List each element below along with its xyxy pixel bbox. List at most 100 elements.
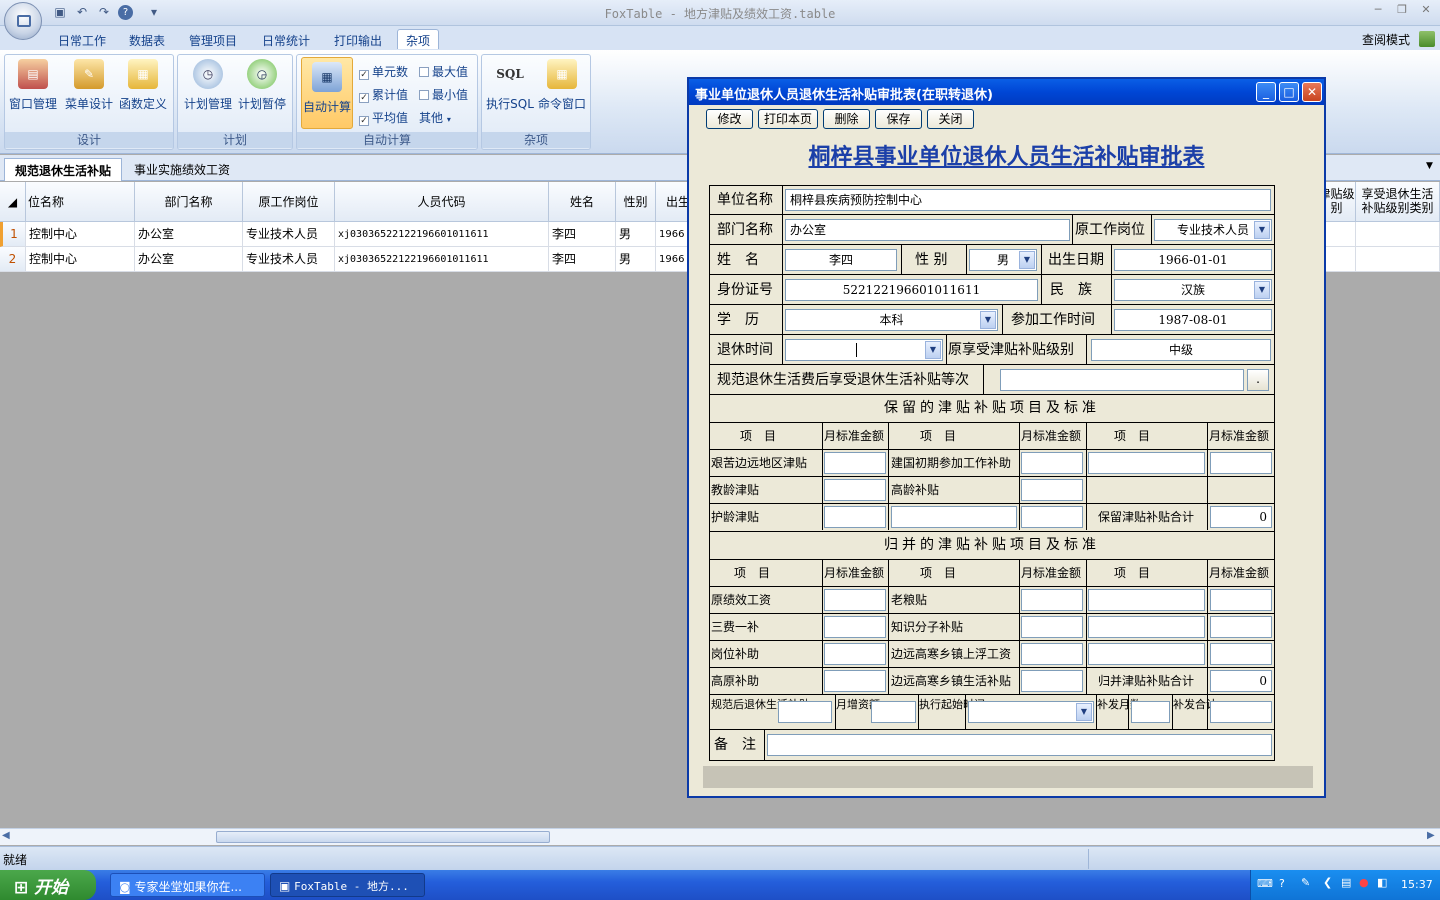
scroll-left-icon[interactable]: ◀ xyxy=(2,830,10,841)
amount-field[interactable] xyxy=(824,670,886,692)
function-define-button[interactable]: ▦ 函数定义 xyxy=(117,59,169,112)
network-icon[interactable]: ▤ xyxy=(1341,876,1351,889)
amount-field[interactable] xyxy=(824,479,886,501)
volume-icon[interactable]: ◧ xyxy=(1377,876,1387,889)
amount-field[interactable] xyxy=(1021,479,1083,501)
amount-field[interactable] xyxy=(1210,643,1272,665)
unit-field[interactable]: 桐梓县疾病预防控制中心 xyxy=(785,189,1271,211)
cell-post[interactable]: 专业技术人员 xyxy=(243,222,335,247)
col-header-sex[interactable]: 性别 xyxy=(616,182,656,222)
tab-daily-stats[interactable]: 日常统计 xyxy=(254,30,318,50)
tab-daily-work[interactable]: 日常工作 xyxy=(50,30,114,50)
minimize-icon[interactable]: ─ xyxy=(1368,3,1388,21)
amount-field[interactable] xyxy=(1021,643,1083,665)
col-header-code[interactable]: 人员代码 xyxy=(335,182,549,222)
save-button[interactable]: 保存 xyxy=(875,109,922,129)
name-field[interactable]: 李四 xyxy=(785,249,897,271)
command-window-button[interactable]: ▦ 命令窗口 xyxy=(536,59,588,112)
tabs-dropdown-icon[interactable]: ▼ xyxy=(1426,161,1433,171)
cell-code[interactable]: xj030365221221966010116​11 xyxy=(335,247,549,272)
cell-post[interactable]: 专业技术人员 xyxy=(243,247,335,272)
amount-field[interactable] xyxy=(1021,670,1083,692)
browse-button[interactable]: . xyxy=(1247,369,1269,391)
work-start-field[interactable]: 1987-08-01 xyxy=(1114,309,1272,331)
cell-subsidy-class[interactable] xyxy=(1356,222,1440,247)
back-months-field[interactable] xyxy=(1131,701,1170,723)
delete-button[interactable]: 删除 xyxy=(823,109,870,129)
horizontal-scrollbar[interactable]: ◀ ▶ xyxy=(0,828,1440,845)
chevron-down-icon[interactable]: ▼ xyxy=(1254,281,1270,299)
start-button[interactable]: ⊞ 开始 xyxy=(0,870,96,900)
cell-dept[interactable]: 办公室 xyxy=(135,247,243,272)
id-field[interactable]: 522122196601011611 xyxy=(785,279,1038,301)
col-header-post[interactable]: 原工作岗位 xyxy=(243,182,335,222)
chevron-down-icon[interactable]: ▼ xyxy=(980,311,996,329)
item-field[interactable] xyxy=(1088,452,1205,474)
exec-start-select[interactable]: ▼ xyxy=(968,701,1094,723)
amount-field[interactable] xyxy=(1021,452,1083,474)
cell-sex[interactable]: 男 xyxy=(616,222,656,247)
ethnic-select[interactable]: 汉族 ▼ xyxy=(1114,279,1272,301)
keyboard-icon[interactable]: ⌨ xyxy=(1257,877,1273,890)
edit-button[interactable]: 修改 xyxy=(706,109,753,129)
col-header-unit[interactable]: 位名称 xyxy=(26,182,135,222)
col-header-name[interactable]: 姓名 xyxy=(549,182,616,222)
exec-sql-button[interactable]: SQL 执行SQL xyxy=(484,59,536,112)
print-page-button[interactable]: 打印本页 xyxy=(758,109,818,129)
amount-field[interactable] xyxy=(824,616,886,638)
chevron-down-icon[interactable]: ▼ xyxy=(925,341,941,359)
amount-field[interactable] xyxy=(1021,616,1083,638)
amount-field[interactable] xyxy=(824,643,886,665)
check-min[interactable]: 最小值 xyxy=(419,86,468,103)
cell-unit[interactable]: 控制中心 xyxy=(26,222,135,247)
plan-manage-button[interactable]: ◷ 计划管理 xyxy=(182,59,234,112)
chevron-down-icon[interactable]: ▼ xyxy=(1254,221,1270,239)
pen-icon[interactable]: ✎ xyxy=(1301,876,1310,889)
retained-total-field[interactable]: 0 xyxy=(1210,506,1272,528)
close-icon[interactable]: ✕ xyxy=(1416,3,1436,21)
grade-field[interactable] xyxy=(1000,369,1244,391)
window-manage-button[interactable]: ▤ 窗口管理 xyxy=(7,59,59,112)
col-header-subsidy-class[interactable]: 享受退休生活补贴级别类别 xyxy=(1356,182,1440,222)
cell-name[interactable]: 李四 xyxy=(549,247,616,272)
birth-field[interactable]: 1966-01-01 xyxy=(1114,249,1272,271)
back-total-field[interactable] xyxy=(1210,701,1272,723)
cell-name[interactable]: 李四 xyxy=(549,222,616,247)
mode-icon[interactable] xyxy=(1419,31,1435,47)
amount-field[interactable] xyxy=(1210,452,1272,474)
remark-field[interactable] xyxy=(767,734,1272,756)
retire-date-select[interactable]: ▼ xyxy=(785,339,943,361)
col-header-dept[interactable]: 部门名称 xyxy=(135,182,243,222)
sex-select[interactable]: 男 ▼ xyxy=(969,249,1037,271)
after-field[interactable] xyxy=(778,701,832,723)
taskbar-item-browser[interactable]: ◙ 专家坐堂如果你在... xyxy=(110,873,265,897)
app-menu-button[interactable] xyxy=(4,2,42,40)
orig-level-field[interactable]: 中级 xyxy=(1091,339,1271,361)
check-cell-count[interactable]: ✓ 单元数 xyxy=(359,63,408,80)
edu-select[interactable]: 本科 ▼ xyxy=(785,309,998,331)
menu-design-button[interactable]: ✎ 菜单设计 xyxy=(63,59,115,112)
tab-misc[interactable]: 杂项 xyxy=(397,29,440,49)
item-field[interactable] xyxy=(1088,643,1205,665)
amount-field[interactable] xyxy=(1021,589,1083,611)
other-dropdown[interactable]: 其他 ▾ xyxy=(419,109,451,126)
auto-calc-button[interactable]: ▦ 自动计算 xyxy=(301,57,353,129)
restore-icon[interactable]: ❐ xyxy=(1392,3,1412,21)
row-number[interactable]: 2 xyxy=(0,247,26,272)
cell-code[interactable]: xj030365221221966010116​11 xyxy=(335,222,549,247)
amount-field[interactable] xyxy=(1210,589,1272,611)
plan-pause-button[interactable]: ◶ 计划暂停 xyxy=(236,59,288,112)
check-max[interactable]: 最大值 xyxy=(419,63,468,80)
check-average[interactable]: ✓ 平均值 xyxy=(359,109,408,126)
amount-field[interactable] xyxy=(824,452,886,474)
expand-tray-icon[interactable]: ❮ xyxy=(1323,876,1332,889)
cell-subsidy-class[interactable] xyxy=(1356,247,1440,272)
cell-dept[interactable]: 办公室 xyxy=(135,222,243,247)
chevron-down-icon[interactable]: ▼ xyxy=(1076,703,1092,721)
amount-field[interactable] xyxy=(1210,616,1272,638)
amount-field[interactable] xyxy=(824,506,886,528)
taskbar-item-foxtable[interactable]: ▣ FoxTable - 地方... xyxy=(270,873,425,897)
row-number[interactable]: 1 xyxy=(0,222,26,247)
doc-tab-performance-pay[interactable]: 事业实施绩效工资 xyxy=(124,158,240,181)
doc-tab-retire-subsidy[interactable]: 规范退休生活补贴 xyxy=(4,158,123,181)
